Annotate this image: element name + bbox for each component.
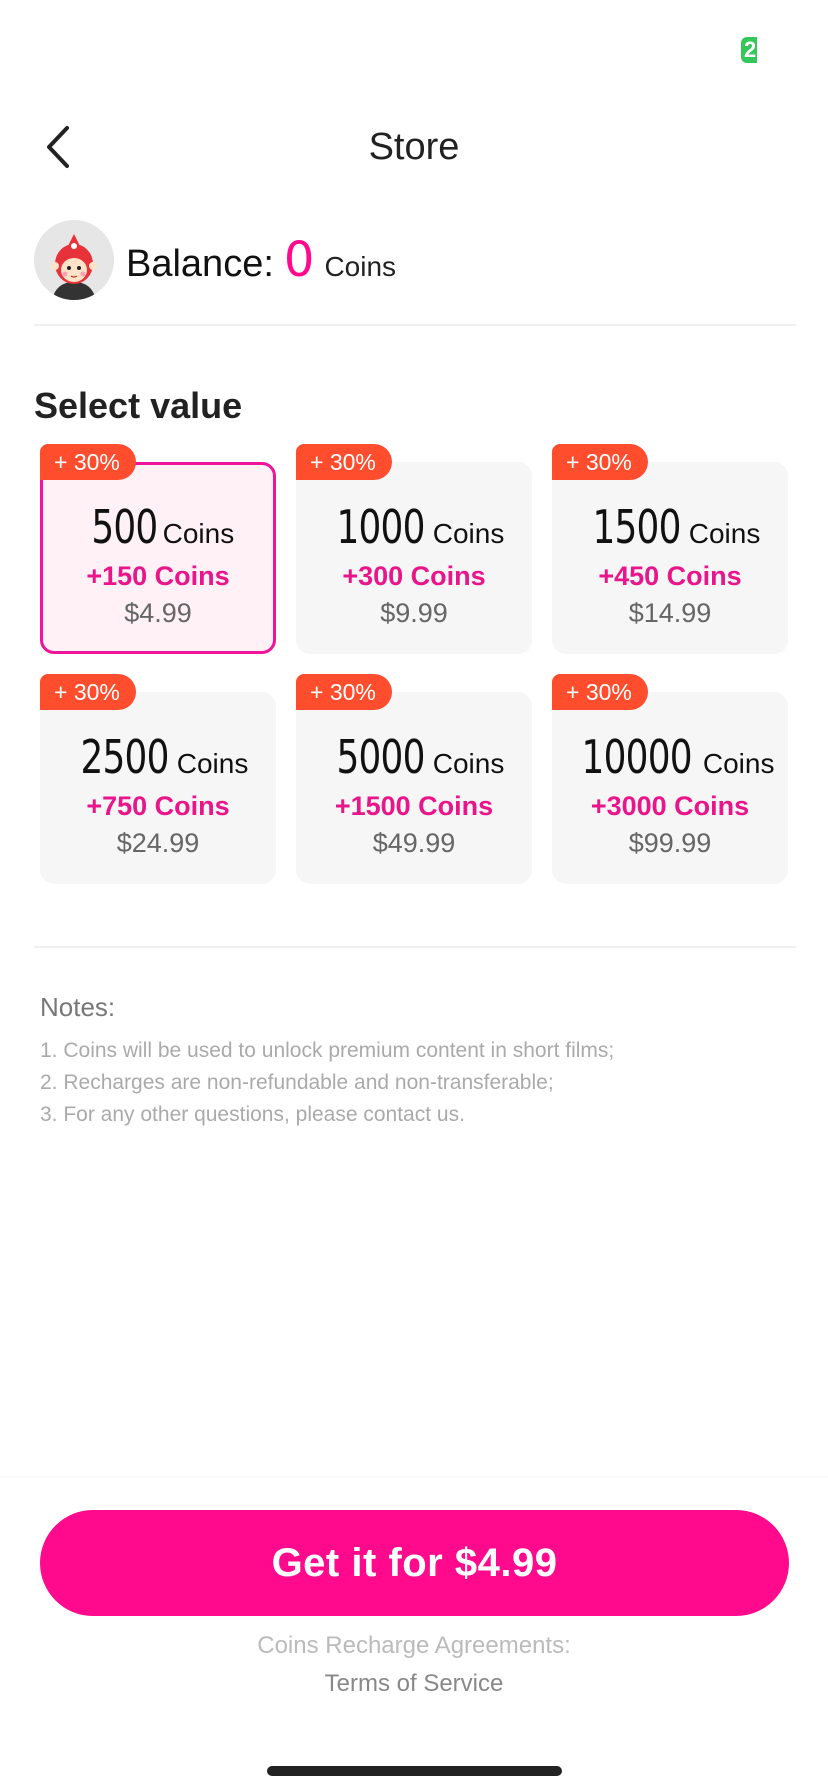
balance: Balance: 0 Coins [126,232,396,288]
page-title: Store [368,126,460,168]
purchase-button[interactable]: Get it for $4.99 [40,1510,789,1616]
bonus-coins: +150 Coins [86,561,230,591]
discount-badge: + 30% [552,444,648,480]
discount-badge: + 30% [40,674,136,710]
package-card-1500[interactable]: + 30% 1500 Coins +450 Coins $14.99 [552,444,788,654]
coins-unit: Coins [702,748,775,779]
package-price: $99.99 [628,828,712,858]
package-card-500[interactable]: + 30% 500 Coins +150 Coins $4.99 [40,444,276,654]
notes: Notes: 1. Coins will be used to unlock p… [40,992,800,1131]
bonus-coins: +3000 Coins [590,791,750,821]
package-price: $49.99 [372,828,456,858]
coins-amount: 1000 [336,500,425,554]
bonus-coins: +750 Coins [86,791,230,821]
bonus-coins: +450 Coins [598,561,742,591]
discount-badge: + 30% [552,674,648,710]
coins-unit: Coins [432,748,505,779]
balance-unit: Coins [324,251,397,282]
coins-amount: 5000 [336,730,425,784]
bonus-coins: +300 Coins [342,561,486,591]
balance-label: Balance: [126,243,274,285]
notes-title: Notes: [40,992,116,1022]
package-price: $9.99 [380,598,448,628]
package-price: $24.99 [116,828,200,858]
package-price: $14.99 [628,598,712,628]
terms-of-service-link[interactable]: Terms of Service [0,1670,828,1698]
note-line: 1. Coins will be used to unlock premium … [40,1039,615,1062]
coins-amount: 1500 [592,500,681,554]
divider [34,324,796,326]
coins-amount: 10000 [581,730,692,784]
agreement-label: Coins Recharge Agreements: [257,1632,571,1659]
coins-amount: 2500 [80,730,169,784]
package-grid: + 30% 500 Coins +150 Coins $4.99 + 30% 1… [40,444,790,884]
package-card-10000[interactable]: + 30% 10000 Coins +3000 Coins $99.99 [552,674,788,884]
discount-badge: + 30% [40,444,136,480]
package-price: $4.99 [124,598,192,628]
package-card-1000[interactable]: + 30% 1000 Coins +300 Coins $9.99 [296,444,532,654]
balance-value: 0 [283,232,315,288]
section-title: Select value [34,385,243,426]
bonus-coins: +1500 Coins [334,791,494,821]
divider [34,946,796,948]
note-line: 2. Recharges are non-refundable and non-… [40,1071,554,1094]
discount-badge: + 30% [296,674,392,710]
status-badge: 2 [741,37,757,63]
discount-badge: + 30% [296,444,392,480]
mascot-avatar-icon [34,220,114,300]
package-card-2500[interactable]: + 30% 2500 Coins +750 Coins $24.99 [40,674,276,884]
home-indicator [267,1766,562,1776]
coins-unit: Coins [176,748,249,779]
coins-unit: Coins [162,518,235,549]
footer-divider [0,1476,828,1478]
coins-amount: 500 [91,500,158,554]
avatar [34,220,114,300]
coins-unit: Coins [432,518,505,549]
package-card-5000[interactable]: + 30% 5000 Coins +1500 Coins $49.99 [296,674,532,884]
note-line: 3. For any other questions, please conta… [40,1103,465,1126]
coins-unit: Coins [688,518,761,549]
